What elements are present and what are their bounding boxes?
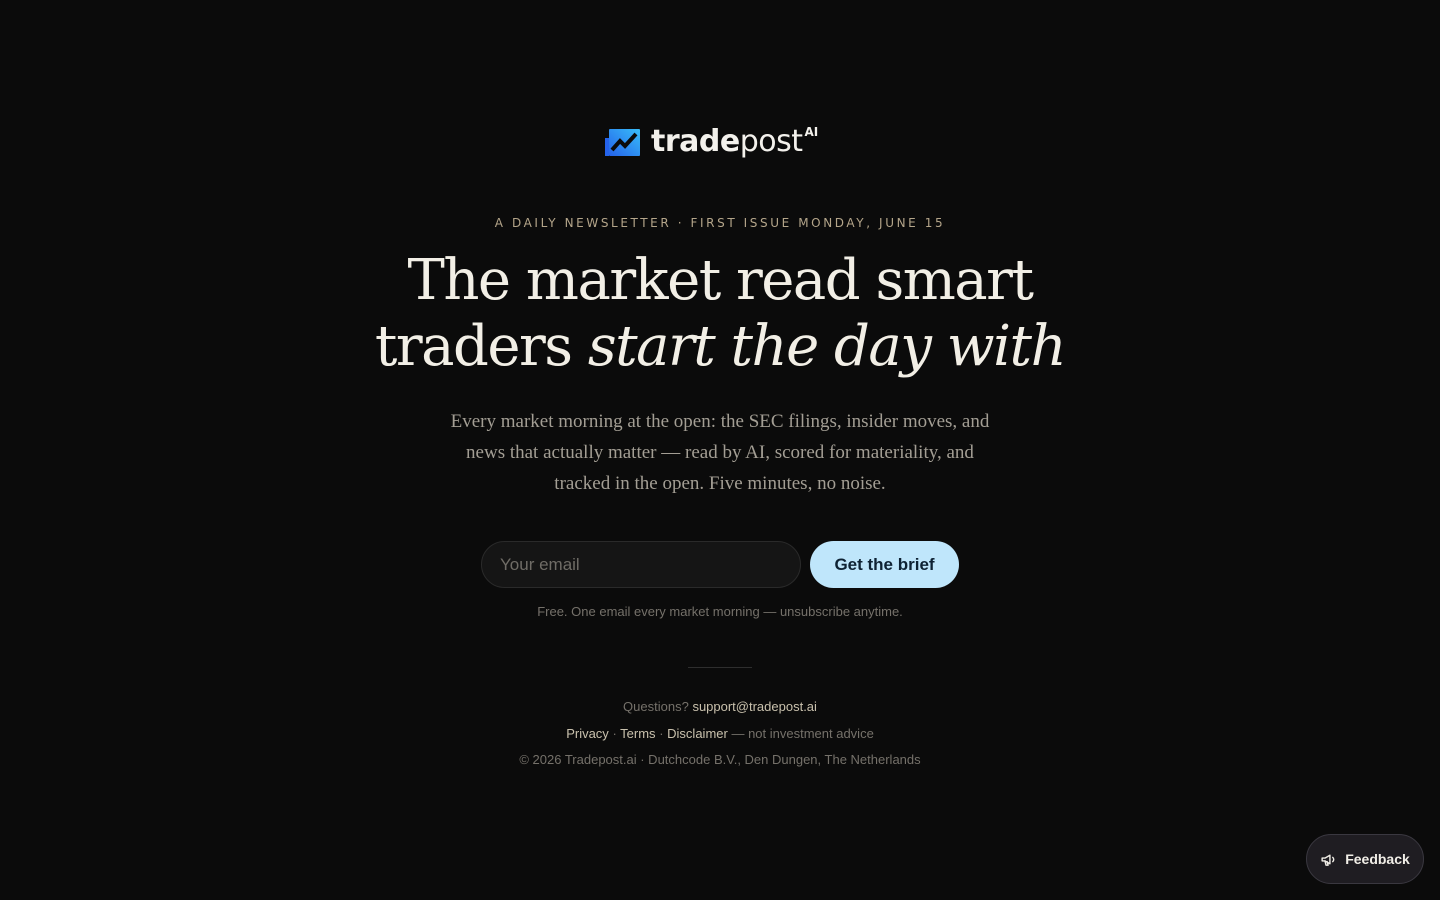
headline-line-2-plain: traders — [374, 314, 588, 379]
footer-copyright: © 2026 Tradepost.ai · Dutchcode B.V., De… — [519, 752, 921, 767]
feedback-label: Feedback — [1345, 851, 1410, 867]
brand-superscript: AI — [804, 125, 819, 139]
disclaimer-link[interactable]: Disclaimer — [667, 726, 728, 741]
privacy-link[interactable]: Privacy — [566, 726, 609, 741]
footer-contact: Questions? support@tradepost.ai — [0, 699, 1440, 714]
signup-fineprint: Free. One email every market morning — u… — [537, 604, 903, 619]
footer-legal-links: Privacy · Terms · Disclaimer — not inves… — [0, 726, 1440, 741]
eyebrow-text: A DAILY NEWSLETTER · FIRST ISSUE MONDAY,… — [494, 216, 946, 230]
terms-link[interactable]: Terms — [620, 726, 655, 741]
page-headline: The market read smart traders start the … — [0, 248, 1440, 380]
megaphone-icon — [1321, 854, 1335, 866]
questions-label: Questions? — [623, 699, 689, 714]
brand-wordmark: tradepost — [651, 127, 803, 157]
brand-name-bold: trade — [651, 124, 740, 159]
disclaimer-note: — not investment advice — [731, 726, 874, 741]
feedback-button[interactable]: Feedback — [1306, 834, 1424, 884]
separator: · — [659, 726, 664, 741]
separator: · — [612, 726, 617, 741]
brand-name-light: post — [739, 124, 803, 159]
hero-description: Every market morning at the open: the SE… — [450, 411, 990, 494]
footer-divider — [688, 667, 752, 668]
headline-line-2-italic: start the day with — [587, 314, 1067, 379]
headline-line-1: The market read smart — [407, 248, 1034, 313]
email-input[interactable] — [481, 541, 801, 588]
chart-trend-icon — [605, 129, 640, 156]
brand-logo[interactable]: tradepost AI — [604, 124, 818, 160]
support-email-link[interactable]: support@tradepost.ai — [692, 699, 817, 714]
get-brief-button[interactable]: Get the brief — [810, 541, 959, 588]
